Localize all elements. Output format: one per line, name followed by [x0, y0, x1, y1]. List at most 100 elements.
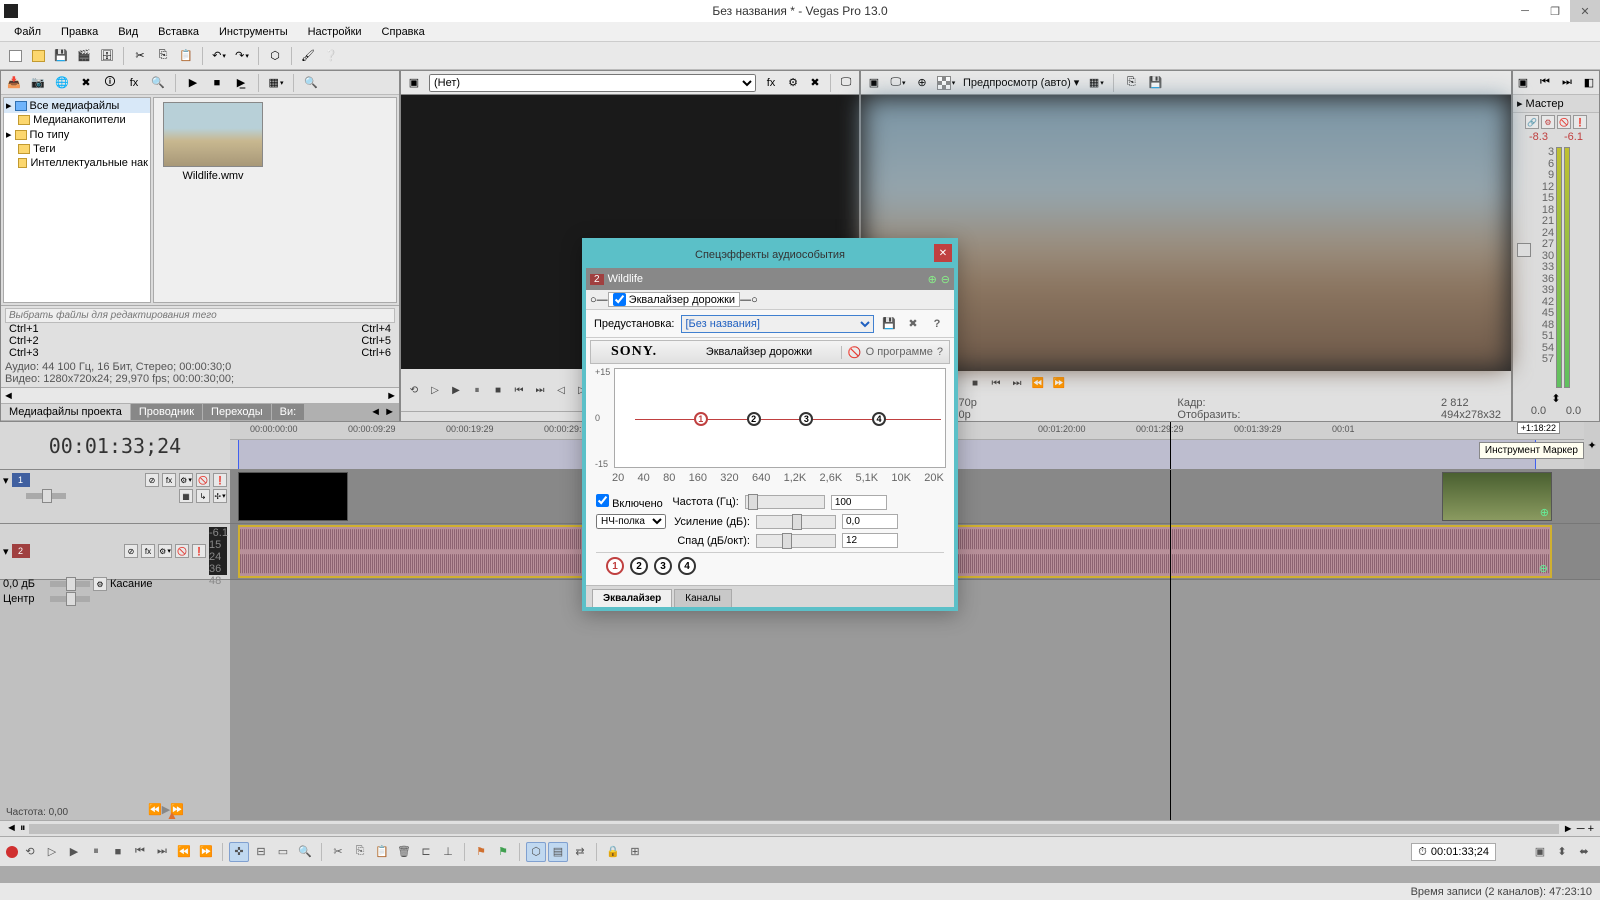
eq-band-2[interactable]: 2 — [747, 412, 761, 426]
get-media-icon[interactable]: 🌐 — [52, 73, 72, 93]
tab-equalizer[interactable]: Эквалайзер — [592, 589, 672, 607]
band-button-3[interactable]: 3 — [654, 557, 672, 575]
dialog-close-button[interactable]: ✕ — [934, 244, 952, 262]
rate-marker-icon[interactable]: ▲ — [166, 808, 178, 822]
tree-tags[interactable]: Теги — [4, 142, 150, 156]
dim-icon[interactable]: ◧ — [1580, 73, 1598, 93]
go-end-icon[interactable]: ⏭ — [152, 842, 172, 862]
region-insert-icon[interactable]: ⚑ — [493, 842, 513, 862]
menu-edit[interactable]: Правка — [51, 24, 108, 40]
tab-channels[interactable]: Каналы — [674, 589, 732, 607]
track-collapse-icon[interactable]: ▾ — [3, 545, 9, 558]
pause-icon[interactable]: ⏸ — [86, 842, 106, 862]
trim-icon[interactable]: ⊏ — [416, 842, 436, 862]
go-end-icon[interactable]: ⏭ — [1008, 374, 1026, 392]
fx-enable-check[interactable] — [613, 293, 626, 306]
auto-ripple-icon[interactable]: ⇄ — [570, 842, 590, 862]
render-icon[interactable]: 🎬 — [74, 46, 94, 66]
tab-more[interactable]: Ви: — [272, 404, 305, 420]
ignore-group-icon[interactable]: ⊞ — [625, 842, 645, 862]
eq-band-3[interactable]: 3 — [799, 412, 813, 426]
preview-quality[interactable]: Предпросмотр (авто) ▾ — [959, 76, 1083, 89]
prev-icon[interactable]: ⏮ — [1536, 73, 1554, 93]
delete-icon[interactable]: 🗑 — [394, 842, 414, 862]
lock-icon[interactable]: 🔒 — [603, 842, 623, 862]
automation-mode[interactable]: Касание — [110, 578, 152, 590]
tree-drives[interactable]: Медианакопители — [4, 113, 150, 127]
next-frame-icon[interactable]: ⏩ — [1050, 374, 1068, 392]
playhead[interactable] — [1170, 422, 1171, 469]
band-button-1[interactable]: 1 — [606, 557, 624, 575]
compositing-icon[interactable]: ▦ — [179, 489, 193, 503]
bypass-fx-icon[interactable]: ⊘ — [145, 473, 159, 487]
copy-snapshot-icon[interactable]: ⎘ — [1121, 73, 1141, 93]
stop-icon[interactable]: ■ — [108, 842, 128, 862]
about-link[interactable]: 🚫 О программе ? — [841, 346, 949, 359]
rolloff-slider[interactable] — [756, 534, 836, 548]
autoplay-icon[interactable]: ▶̲ — [231, 73, 251, 93]
stop-icon[interactable]: ■ — [207, 73, 227, 93]
tab-explorer[interactable]: Проводник — [131, 404, 202, 420]
search-icon[interactable]: 🔍 — [148, 73, 168, 93]
master-mute-icon[interactable]: 🚫 — [1557, 115, 1571, 129]
track-fx-icon[interactable]: fx — [141, 544, 155, 558]
prev-frame-icon[interactable]: ⏪ — [174, 842, 194, 862]
tag-input[interactable] — [5, 308, 395, 323]
next-frame-icon[interactable]: ⏩ — [196, 842, 216, 862]
redo-icon[interactable]: ↷ — [232, 46, 252, 66]
gain-slider[interactable] — [756, 515, 836, 529]
save-preset-icon[interactable]: 💾 — [880, 315, 898, 333]
dock-icon[interactable]: ▣ — [1530, 842, 1550, 862]
prev-frame-icon[interactable]: ⏪ — [1029, 374, 1047, 392]
paste-icon[interactable]: 📋 — [372, 842, 392, 862]
capture-icon[interactable]: 📷 — [28, 73, 48, 93]
trimmer-source-select[interactable]: (Нет) — [429, 74, 756, 92]
eq-band-1[interactable]: 1 — [694, 412, 708, 426]
maximize-panel-icon[interactable]: ▣ — [864, 73, 884, 93]
zoom-width-icon[interactable]: ⬌ — [1574, 842, 1594, 862]
views-icon[interactable]: ▦ — [266, 73, 286, 93]
fx-icon[interactable]: fx — [761, 73, 781, 93]
enable-checkbox[interactable] — [596, 494, 609, 507]
prev-frame-icon[interactable]: ◁ — [552, 381, 570, 399]
envelope-tool-icon[interactable]: ⊟ — [251, 842, 271, 862]
tree-smart[interactable]: Интеллектуальные нак — [4, 156, 150, 170]
master-solo-icon[interactable]: ❗ — [1573, 115, 1587, 129]
dock-icon[interactable]: ▣ — [1514, 73, 1532, 93]
marker-tool-icon[interactable]: 🖌 — [298, 46, 318, 66]
project-props-icon[interactable]: 🖵 — [888, 73, 908, 93]
eq-graph[interactable]: +15 0 -15 1 2 3 4 — [614, 368, 946, 468]
overlay-icon[interactable]: ▦ — [1086, 73, 1106, 93]
track-collapse-icon[interactable]: ▾ — [3, 474, 9, 487]
video-clip-thumb[interactable]: ⊕ — [1442, 472, 1552, 521]
preset-select[interactable]: [Без названия] — [681, 315, 875, 333]
menu-options[interactable]: Настройки — [298, 24, 372, 40]
audio-track-header[interactable]: ▾ 2 ⊘ fx ⚙ 🚫 ❗ -6.115243648 0,0 дБ ⚙ Кас… — [0, 524, 230, 580]
remove-icon[interactable]: ✖ — [76, 73, 96, 93]
stop-icon[interactable]: ■ — [966, 374, 984, 392]
save-project-icon[interactable]: 💾 — [51, 46, 71, 66]
rolloff-input[interactable] — [842, 533, 898, 548]
track-fx-icon[interactable]: fx — [162, 473, 176, 487]
chain-remove-icon[interactable]: ⊖ — [941, 273, 950, 286]
play-icon[interactable]: ▶ — [183, 73, 203, 93]
maximize-panel-icon[interactable]: ▣ — [404, 73, 424, 93]
close-button[interactable]: ✕ — [1570, 0, 1600, 22]
cursor-timecode[interactable]: 00:01:33;24 — [0, 422, 230, 469]
pause-icon[interactable]: ⏸ — [468, 381, 486, 399]
normal-edit-tool-icon[interactable]: ✜ — [229, 842, 249, 862]
save-snapshot-icon[interactable]: 💾 — [1145, 73, 1165, 93]
tab-project-media[interactable]: Медиафайлы проекта — [1, 404, 130, 420]
motion-icon[interactable]: ✢ — [213, 489, 227, 503]
vol-slider[interactable] — [50, 581, 90, 587]
delete-preset-icon[interactable]: ✖ — [904, 315, 922, 333]
eq-band-4[interactable]: 4 — [872, 412, 886, 426]
record-button[interactable] — [6, 846, 18, 858]
tree-bytype[interactable]: ▸ По типу — [4, 127, 150, 142]
mute-icon[interactable]: 🚫 — [196, 473, 210, 487]
chain-next-icon[interactable]: —○ — [740, 294, 758, 306]
mute-icon[interactable]: 🚫 — [175, 544, 189, 558]
new-project-icon[interactable] — [5, 46, 25, 66]
next-icon[interactable]: ⏭ — [1558, 73, 1576, 93]
band-button-4[interactable]: 4 — [678, 557, 696, 575]
